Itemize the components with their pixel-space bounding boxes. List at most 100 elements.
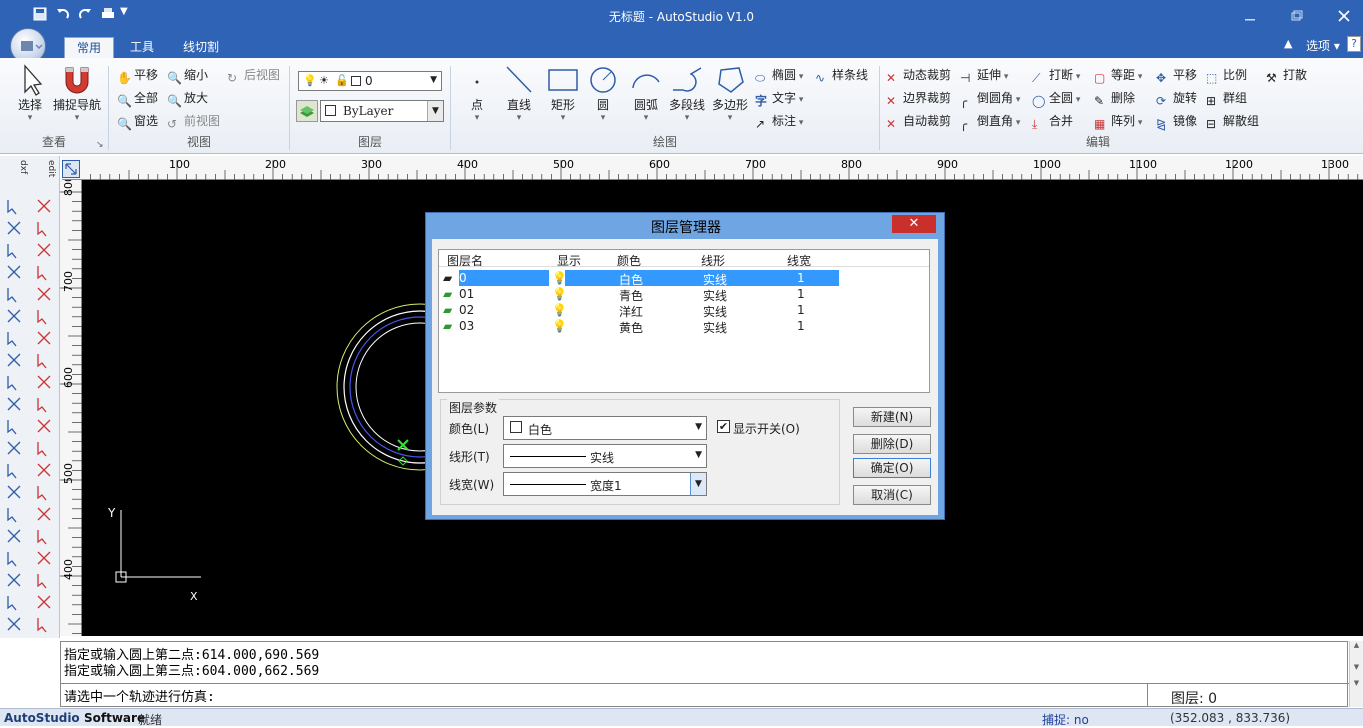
next-view-label: 后视图 xyxy=(244,68,281,82)
dxf-tab[interactable]: dxf xyxy=(2,160,28,194)
scale-button[interactable]: ⬚ 比例 xyxy=(1206,66,1247,86)
color-combo[interactable]: 白色 ▼ xyxy=(503,416,707,440)
tool-icon xyxy=(7,221,21,235)
dialog-close-button[interactable]: ✕ xyxy=(892,215,936,233)
left-toolbar-icons[interactable] xyxy=(0,196,60,636)
width-combo[interactable]: 宽度1 ▼ xyxy=(503,472,707,496)
arc-label: 圆弧 xyxy=(633,98,658,112)
snap-nav-label: 捕捉导航 xyxy=(52,98,101,112)
merge-button[interactable]: ⤓ 合并 xyxy=(1032,112,1073,132)
layer-manager-icon[interactable] xyxy=(296,100,318,122)
point-button[interactable]: 点 ▾ xyxy=(459,64,495,123)
ellipse-button[interactable]: ⬭ 椭圆 ▾ xyxy=(755,66,803,86)
pan-button[interactable]: ✋ 平移 xyxy=(117,66,158,86)
boundary-trim-button[interactable]: ✕ 边界裁剪 xyxy=(886,89,951,109)
color-swatch xyxy=(325,105,336,116)
zoom-window-button[interactable]: 🔍 窗选 xyxy=(117,112,158,132)
cancel-button[interactable]: 取消(C) xyxy=(853,485,931,505)
dimension-button[interactable]: ↗ 标注 ▾ xyxy=(755,112,803,132)
group-button[interactable]: ⊞ 群组 xyxy=(1206,89,1247,109)
linetype-combo[interactable]: ByLayer ▼ xyxy=(320,100,444,122)
next-view-button[interactable]: ↻ 后视图 xyxy=(227,66,280,86)
select-label: 选择 xyxy=(17,98,42,112)
tool-icon xyxy=(37,243,51,257)
tool-icon xyxy=(37,354,47,369)
snap-nav-button[interactable]: 捕捉导航 ▾ xyxy=(50,64,104,123)
polyline-button[interactable]: 多段线 ▾ xyxy=(667,64,707,123)
tool-icon xyxy=(7,397,21,411)
table-row[interactable]: ▰ 0 💡 白色 实线 1 xyxy=(439,270,839,287)
save-icon[interactable] xyxy=(32,6,48,22)
restore-icon[interactable] xyxy=(1289,8,1305,24)
redo-icon[interactable] xyxy=(77,6,93,22)
delete-button[interactable]: ✎ 删除 xyxy=(1094,89,1135,109)
chevron-down-icon: ▾ xyxy=(684,113,690,123)
text-button[interactable]: 字文字 ▾ xyxy=(755,89,803,108)
spline-button[interactable]: ∿ 样条线 xyxy=(815,66,868,86)
options-menu[interactable]: 选项 ▾ xyxy=(1306,37,1340,54)
fillet-button[interactable]: ╭ 倒圆角 ▾ xyxy=(960,89,1020,109)
select-button[interactable]: 选择 ▾ xyxy=(10,64,50,123)
dynamic-trim-button[interactable]: ✕ 动态裁剪 xyxy=(886,66,951,86)
text-icon: 字 xyxy=(755,94,768,108)
zoom-out-button[interactable]: 🔍 缩小 xyxy=(167,66,208,86)
tool-icon xyxy=(7,376,17,391)
chevron-down-icon: ▾ xyxy=(643,113,649,123)
layer-list[interactable]: 图层名 显示 颜色 线形 线宽 ▰ 0 💡 白色 实线 1 ▰ 01 💡 青色 … xyxy=(438,249,930,393)
scroll-down-icon: ▼ xyxy=(1353,663,1360,671)
collapse-ribbon-icon[interactable]: ▲ xyxy=(1284,37,1292,50)
table-row[interactable]: ▰ 02 💡 洋红 实线 1 xyxy=(439,302,839,319)
extend-button[interactable]: ⊣ 延伸 ▾ xyxy=(960,66,1008,86)
layer-combo[interactable]: 💡 ☀ 🔓 0 ▼ xyxy=(298,71,442,91)
new-layer-button[interactable]: 新建(N) xyxy=(853,407,931,427)
line-button[interactable]: 直线 ▾ xyxy=(499,64,539,123)
linetype-params-combo[interactable]: 实线 ▼ xyxy=(503,444,707,468)
dialog-launcher-icon[interactable]: ↘ xyxy=(96,140,104,150)
close-icon[interactable] xyxy=(1336,8,1352,24)
undo-icon[interactable] xyxy=(55,6,71,22)
help-button[interactable]: ? xyxy=(1347,36,1361,52)
table-row[interactable]: ▰ 03 💡 黄色 实线 1 xyxy=(439,318,839,335)
rectangle-button[interactable]: 矩形 ▾ xyxy=(543,64,583,123)
layer-color: 黄色 xyxy=(619,321,644,335)
dialog-body: 图层名 显示 颜色 线形 线宽 ▰ 0 💡 白色 实线 1 ▰ 01 💡 青色 … xyxy=(432,239,938,515)
show-switch-checkbox[interactable]: ✔ xyxy=(717,420,730,433)
ungroup-button[interactable]: ⊟ 解散组 xyxy=(1206,112,1259,132)
x-axis-label: X xyxy=(190,590,198,603)
tab-common[interactable]: 常用 xyxy=(64,37,114,58)
ruler-origin-icon[interactable] xyxy=(62,160,80,178)
zoom-in-button[interactable]: 🔍 放大 xyxy=(167,89,208,109)
zoom-all-button[interactable]: 🔍 全部 xyxy=(117,89,158,109)
layer-width: 1 xyxy=(797,303,805,317)
chamfer-button[interactable]: ╭ 倒直角 ▾ xyxy=(960,112,1020,132)
rotate-button[interactable]: ⟳ 旋转 xyxy=(1156,89,1197,109)
minimize-icon[interactable] xyxy=(1242,8,1258,24)
tab-wire-cutting[interactable]: 线切割 xyxy=(170,37,232,58)
edit-tab[interactable]: edit xyxy=(34,160,56,194)
arc-button[interactable]: 圆弧 ▾ xyxy=(627,64,665,123)
circle-button[interactable]: 圆 ▾ xyxy=(585,64,621,123)
full-circle-button[interactable]: ◯ 全圆 ▾ xyxy=(1032,89,1080,109)
table-row[interactable]: ▰ 01 💡 青色 实线 1 xyxy=(439,286,839,303)
auto-trim-button[interactable]: ✕ 自动裁剪 xyxy=(886,112,951,132)
snap-status[interactable]: 捕捉: no xyxy=(1042,711,1089,728)
command-input[interactable]: 请选中一个轨迹进行仿真: xyxy=(64,686,215,705)
offset-button[interactable]: ▢ 等距 ▾ xyxy=(1094,66,1142,86)
ok-button[interactable]: 确定(O) xyxy=(853,458,931,478)
break-button[interactable]: ⟋ 打断 ▾ xyxy=(1032,66,1080,86)
layer-status: 图层: 0 xyxy=(1171,691,1218,707)
ruler-label: 800 xyxy=(841,158,862,171)
magnet-icon xyxy=(65,67,89,94)
move-button[interactable]: ✥ 平移 xyxy=(1156,66,1197,86)
array-button[interactable]: ▦ 阵列 ▾ xyxy=(1094,112,1142,132)
customize-icon[interactable]: ▼ xyxy=(120,6,136,22)
group-layer: 💡 ☀ 🔓 0 ▼ ByLayer ▼ 图层 xyxy=(290,58,450,154)
delete-layer-button[interactable]: 删除(D) xyxy=(853,434,931,454)
prev-view-button[interactable]: ↺ 前视图 xyxy=(167,112,220,132)
tab-tools[interactable]: 工具 xyxy=(118,37,166,58)
polygon-button[interactable]: 多边形 ▾ xyxy=(709,64,751,123)
explode-button[interactable]: ⚒ 打散 xyxy=(1266,66,1307,86)
print-icon[interactable] xyxy=(100,6,116,22)
mirror-button[interactable]: ⧎ 镜像 xyxy=(1156,112,1197,132)
command-scrollbar[interactable]: ▲ ▼ ▼ xyxy=(1349,641,1363,707)
